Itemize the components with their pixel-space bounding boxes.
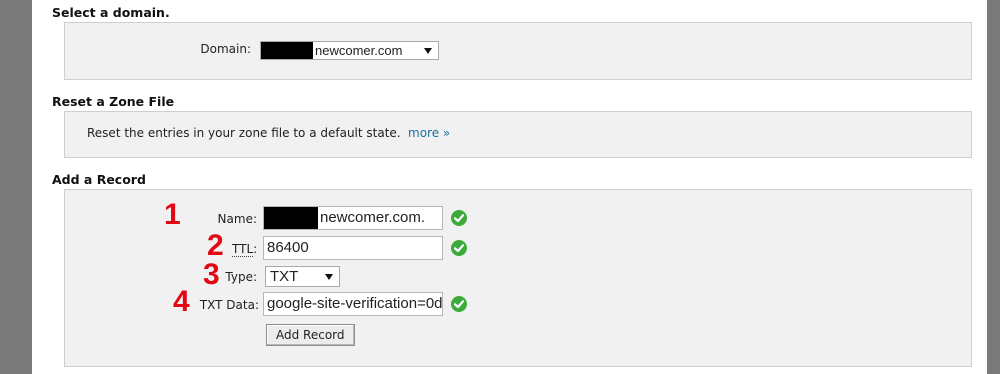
redacted-block	[264, 207, 318, 229]
dropdown-arrow-icon	[325, 274, 333, 280]
txt-data-input-value: google-site-verification=0dI	[267, 295, 443, 312]
ttl-input-value: 86400	[267, 239, 309, 256]
reset-zone-heading: Reset a Zone File	[52, 94, 175, 109]
reset-zone-text: Reset the entries in your zone file to a…	[87, 126, 401, 140]
select-domain-box: Domain: newcomer.com	[64, 22, 972, 80]
ttl-input[interactable]: 86400	[263, 236, 443, 260]
type-select-value: TXT	[270, 268, 299, 285]
ttl-label-text: TTL	[232, 242, 254, 257]
reset-zone-box: Reset the entries in your zone file to a…	[64, 111, 972, 158]
add-record-box: 1 Name: newcomer.com. 2 TTL: 86400 3 Typ…	[64, 189, 972, 367]
dropdown-arrow-icon	[424, 48, 432, 54]
marker-2: 2	[207, 229, 224, 262]
ttl-valid-check-icon	[451, 240, 467, 256]
domain-select[interactable]: newcomer.com	[260, 41, 439, 60]
type-label: Type:	[225, 270, 257, 284]
ttl-label: TTL:	[232, 242, 262, 257]
txt-data-valid-check-icon	[451, 296, 467, 312]
name-valid-check-icon	[451, 210, 467, 226]
select-domain-heading: Select a domain.	[52, 5, 170, 20]
ttl-label-colon: :	[253, 242, 258, 256]
add-record-button[interactable]: Add Record	[266, 324, 355, 346]
txt-data-label: TXT Data:	[199, 298, 259, 312]
name-input-value: newcomer.com.	[320, 209, 426, 226]
type-select[interactable]: TXT	[265, 266, 340, 287]
add-record-heading: Add a Record	[52, 172, 146, 187]
domain-select-value: newcomer.com	[315, 43, 403, 58]
name-label: Name:	[217, 212, 257, 226]
domain-label: Domain:	[200, 42, 251, 56]
main-panel: Select a domain. Domain: newcomer.com Re…	[32, 0, 987, 374]
more-link[interactable]: more »	[408, 126, 450, 140]
redacted-block	[261, 42, 313, 59]
name-input[interactable]: newcomer.com.	[263, 206, 443, 230]
txt-data-input[interactable]: google-site-verification=0dI	[263, 292, 443, 316]
